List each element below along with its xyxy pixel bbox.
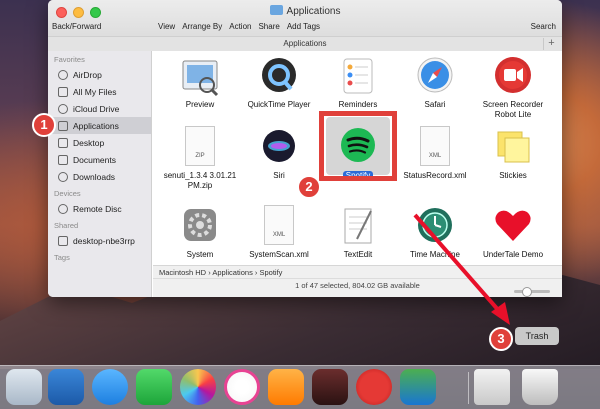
dock bbox=[0, 365, 600, 409]
preview-dock-icon[interactable] bbox=[6, 369, 42, 405]
safari-icon bbox=[414, 55, 456, 97]
app-textedit[interactable]: TextEdit bbox=[317, 205, 399, 260]
desktop-icon bbox=[58, 137, 68, 148]
file-statusrecord-xml[interactable]: XML StatusRecord.xml bbox=[394, 126, 476, 181]
files-icon bbox=[58, 86, 68, 97]
sidebar-item-applications[interactable]: Applications bbox=[48, 117, 151, 134]
status-text: 1 of 47 selected, 804.02 GB available bbox=[295, 281, 420, 290]
sidebar-header-tags: Tags bbox=[54, 253, 70, 262]
messages-icon[interactable] bbox=[92, 369, 128, 405]
add-tags-button[interactable]: Add Tags bbox=[287, 22, 320, 31]
back-forward-button[interactable]: Back/Forward bbox=[52, 22, 101, 31]
itunes-icon[interactable] bbox=[224, 369, 260, 405]
search-button[interactable]: Search bbox=[531, 22, 556, 31]
app-safari[interactable]: Safari bbox=[394, 55, 476, 110]
crumb-spotify[interactable]: Spotify bbox=[260, 268, 283, 277]
app-preview[interactable]: Preview bbox=[159, 55, 241, 110]
screen-recorder-icon bbox=[492, 55, 534, 97]
view-button[interactable]: View bbox=[158, 22, 175, 31]
document-icon bbox=[58, 154, 68, 165]
path-breadcrumb: Macintosh HD › Applications › Spotify bbox=[153, 266, 562, 279]
tab-applications[interactable]: Applications bbox=[283, 39, 326, 48]
app-siri[interactable]: Siri bbox=[238, 126, 320, 181]
file-systemscan-xml[interactable]: XML SystemScan.xml bbox=[238, 205, 320, 260]
gear-icon bbox=[179, 205, 221, 247]
action-button[interactable]: Action bbox=[229, 22, 251, 31]
ibooks-icon[interactable] bbox=[268, 369, 304, 405]
share-button[interactable]: Share bbox=[258, 22, 279, 31]
app-screen-recorder-robot-lite[interactable]: Screen Recorder Robot Lite bbox=[472, 55, 554, 120]
cloud-icon bbox=[58, 103, 68, 114]
airdrop-icon bbox=[58, 69, 68, 80]
sidebar-item-downloads[interactable]: Downloads bbox=[48, 168, 151, 185]
sidebar-header-devices: Devices bbox=[54, 189, 81, 198]
status-bar: Macintosh HD › Applications › Spotify 1 … bbox=[153, 265, 562, 297]
sidebar-item-desktop-nbe3rrp[interactable]: desktop-nbe3rrp bbox=[48, 232, 151, 249]
sidebar-header-shared: Shared bbox=[54, 221, 79, 230]
trash-icon[interactable] bbox=[522, 369, 558, 405]
app-quicktime-player[interactable]: QuickTime Player bbox=[238, 55, 320, 110]
siri-icon bbox=[258, 126, 300, 168]
app-system[interactable]: System bbox=[159, 205, 241, 260]
photos-icon[interactable] bbox=[180, 369, 216, 405]
app-reminders[interactable]: Reminders bbox=[317, 55, 399, 110]
sidebar-header-favorites: Favorites bbox=[54, 55, 85, 64]
sidebar-item-documents[interactable]: Documents bbox=[48, 151, 151, 168]
sidebar-item-airdrop[interactable]: AirDrop bbox=[48, 66, 151, 83]
trash-tooltip: Trash bbox=[515, 327, 559, 345]
computer-icon bbox=[58, 235, 68, 246]
quicktime-icon bbox=[258, 55, 300, 97]
crumb-macintosh-hd[interactable]: Macintosh HD bbox=[159, 268, 206, 277]
crumb-applications[interactable]: Applications bbox=[212, 268, 252, 277]
app-time-machine[interactable]: Time Machine bbox=[394, 205, 476, 260]
sidebar: Favorites AirDrop All My Files iCloud Dr… bbox=[48, 51, 152, 297]
disc-icon bbox=[58, 203, 68, 214]
toolbar: Back/Forward View Arrange By Action Shar… bbox=[48, 22, 562, 36]
stickies-icon bbox=[492, 126, 534, 168]
icon-size-slider[interactable] bbox=[514, 287, 550, 297]
sidebar-item-icloud-drive[interactable]: iCloud Drive bbox=[48, 100, 151, 117]
facetime-icon[interactable] bbox=[136, 369, 172, 405]
xcode-icon[interactable] bbox=[48, 369, 84, 405]
new-tab-button[interactable]: + bbox=[543, 38, 559, 50]
photo-booth-icon[interactable] bbox=[312, 369, 348, 405]
app-stickies[interactable]: Stickies bbox=[472, 126, 554, 181]
reminders-icon bbox=[337, 55, 379, 97]
folder-icon bbox=[269, 5, 283, 15]
xml-file-icon: XML bbox=[258, 205, 300, 247]
dock-separator bbox=[468, 372, 469, 404]
spotify-highlight-box bbox=[319, 111, 397, 181]
xml-file-icon: XML bbox=[414, 126, 456, 168]
tab-bar: Applications + bbox=[48, 36, 562, 51]
window-title: Applications bbox=[48, 5, 562, 17]
sidebar-item-remote-disc[interactable]: Remote Disc bbox=[48, 200, 151, 217]
sidebar-item-all-my-files[interactable]: All My Files bbox=[48, 83, 151, 100]
textedit-icon bbox=[337, 205, 379, 247]
callout-3: 3 bbox=[489, 327, 513, 351]
screen-recorder-dock-icon[interactable] bbox=[356, 369, 392, 405]
downloads-stack-icon[interactable] bbox=[474, 369, 510, 405]
download-icon bbox=[58, 171, 68, 182]
app-undertale-demo[interactable]: UnderTale Demo bbox=[472, 205, 554, 260]
applications-icon bbox=[58, 120, 68, 131]
callout-2: 2 bbox=[297, 175, 321, 199]
arrange-by-button[interactable]: Arrange By bbox=[182, 22, 222, 31]
app-installer-icon[interactable] bbox=[400, 369, 436, 405]
preview-icon bbox=[179, 55, 221, 97]
sidebar-item-desktop[interactable]: Desktop bbox=[48, 134, 151, 151]
file-senuti-zip[interactable]: ZIP senuti_1.3.4 3.01.21 PM.zip bbox=[159, 126, 241, 191]
callout-1: 1 bbox=[32, 113, 56, 137]
zip-file-icon: ZIP bbox=[179, 126, 221, 168]
titlebar: Applications Back/Forward View Arrange B… bbox=[48, 0, 562, 51]
heart-icon bbox=[492, 205, 534, 247]
clock-icon bbox=[414, 205, 456, 247]
